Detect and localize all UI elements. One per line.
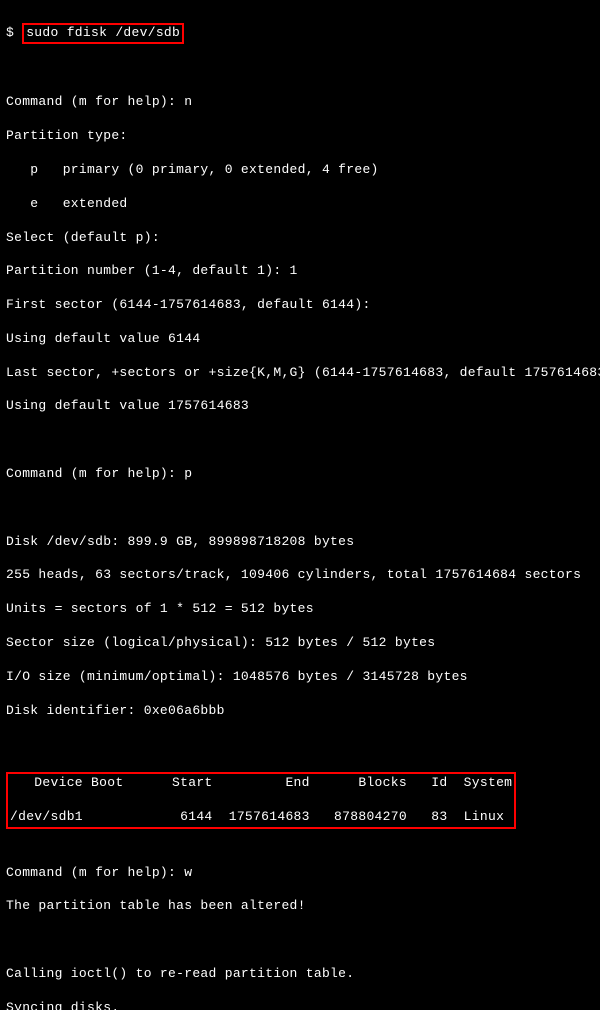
output-line: Using default value 1757614683 bbox=[6, 398, 594, 415]
output-line: Command (m for help): w bbox=[6, 865, 594, 882]
output-line: I/O size (minimum/optimal): 1048576 byte… bbox=[6, 669, 594, 686]
output-line: Partition type: bbox=[6, 128, 594, 145]
terminal-output[interactable]: $ sudo fdisk /dev/sdb Command (m for hel… bbox=[6, 6, 594, 1010]
output-line: Last sector, +sectors or +size{K,M,G} (6… bbox=[6, 365, 594, 382]
output-line: Disk identifier: 0xe06a6bbb bbox=[6, 703, 594, 720]
output-line: Units = sectors of 1 * 512 = 512 bytes bbox=[6, 601, 594, 618]
output-line: 255 heads, 63 sectors/track, 109406 cyli… bbox=[6, 567, 594, 584]
output-line: First sector (6144-1757614683, default 6… bbox=[6, 297, 594, 314]
output-line: The partition table has been altered! bbox=[6, 898, 594, 915]
prompt-symbol: $ bbox=[6, 25, 22, 40]
output-line: Command (m for help): p bbox=[6, 466, 594, 483]
partition-table-header: Device Boot Start End Blocks Id System bbox=[10, 775, 512, 792]
output-line: Disk /dev/sdb: 899.9 GB, 899898718208 by… bbox=[6, 534, 594, 551]
partition-table-row: /dev/sdb1 6144 1757614683 878804270 83 L… bbox=[10, 809, 512, 826]
command-text: sudo fdisk /dev/sdb bbox=[26, 25, 180, 40]
output-line: Sector size (logical/physical): 512 byte… bbox=[6, 635, 594, 652]
output-line: p primary (0 primary, 0 extended, 4 free… bbox=[6, 162, 594, 179]
partition-table-highlight: Device Boot Start End Blocks Id System /… bbox=[6, 772, 516, 829]
output-line: Syncing disks. bbox=[6, 1000, 594, 1010]
output-line: Using default value 6144 bbox=[6, 331, 594, 348]
output-line: Command (m for help): n bbox=[6, 94, 594, 111]
command-highlight: sudo fdisk /dev/sdb bbox=[22, 23, 184, 44]
output-line: Partition number (1-4, default 1): 1 bbox=[6, 263, 594, 280]
output-line: Select (default p): bbox=[6, 230, 594, 247]
output-line: Calling ioctl() to re-read partition tab… bbox=[6, 966, 594, 983]
output-line: e extended bbox=[6, 196, 594, 213]
